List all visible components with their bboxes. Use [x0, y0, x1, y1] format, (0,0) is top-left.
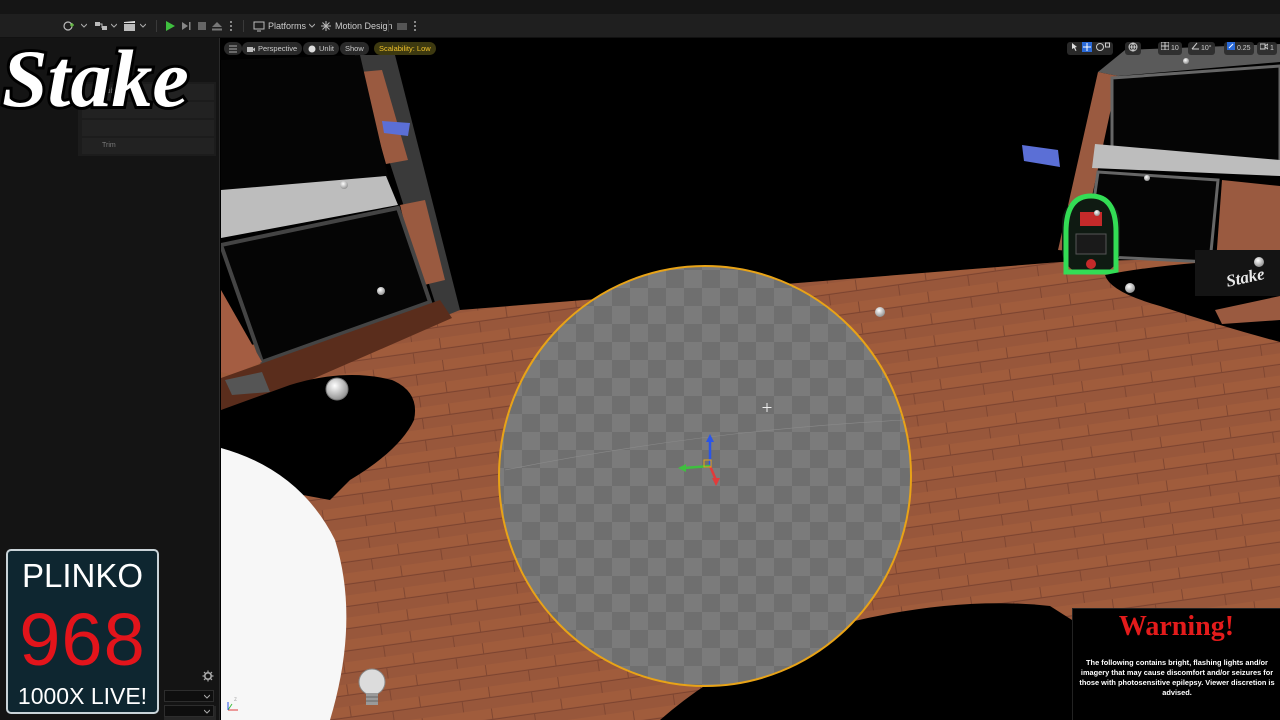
more-options-icon [230, 21, 232, 31]
chevron-down-icon [309, 23, 316, 28]
transform-tools[interactable] [1067, 42, 1113, 55]
scale-snap[interactable]: 0.25 [1224, 42, 1254, 55]
stake-logo: Stake [0, 30, 192, 127]
point-light-icon[interactable] [325, 377, 349, 401]
jukebox [1062, 193, 1120, 275]
view-mode-button[interactable]: Unlit [303, 42, 340, 55]
plinko-title: PLINKO [21, 557, 144, 594]
chevron-down-icon [204, 694, 210, 699]
details-dropdown[interactable] [164, 690, 214, 702]
motion-design-label: Motion Design [335, 21, 393, 31]
camera-icon [247, 46, 255, 52]
chevron-down-icon [204, 709, 210, 714]
details-dropdown[interactable] [164, 705, 214, 717]
grid-snap[interactable]: 10 [1158, 41, 1182, 55]
perspective-label: Perspective [258, 44, 298, 53]
point-light-icon[interactable] [1254, 257, 1264, 267]
more-options-icon [414, 21, 416, 31]
platforms-label: Platforms [268, 21, 307, 31]
plinko-subtitle: 1000X LIVE! [17, 683, 148, 709]
motion-design-button[interactable]: Motion Design [320, 18, 393, 34]
point-light-icon[interactable] [340, 181, 348, 189]
grid-icon [1160, 41, 1170, 51]
viewport-toolbar: Perspective Unlit Show Scalability: Low [221, 39, 1280, 59]
svg-text:z: z [234, 697, 237, 703]
play-options-button[interactable] [228, 18, 234, 34]
photosensitivity-warning: Warning! The following contains bright, … [1072, 608, 1280, 720]
unlit-sphere-icon [308, 45, 316, 52]
source-control-button[interactable] [396, 18, 408, 34]
angle-icon [1191, 42, 1199, 50]
warning-body: The following contains bright, flashing … [1079, 658, 1275, 697]
hamburger-icon [229, 45, 237, 52]
point-light-icon[interactable] [1144, 175, 1150, 181]
camera-speed-icon [1259, 43, 1269, 50]
camera-speed[interactable]: 1 [1257, 42, 1277, 55]
point-light-icon[interactable] [1094, 210, 1100, 216]
gear-icon[interactable] [202, 670, 214, 682]
svg-text:Stake: Stake [2, 33, 189, 124]
motion-design-icon [321, 21, 331, 31]
scale-icon [1227, 42, 1235, 50]
unlit-label: Unlit [319, 44, 335, 53]
rotation-snap-value: 10° [1200, 45, 1212, 52]
scalability-badge[interactable]: Scalability: Low [374, 42, 436, 55]
show-label: Show [345, 44, 364, 53]
camera-speed-value: 1 [1269, 45, 1274, 52]
decal-blue [1022, 145, 1060, 167]
selected-sphere[interactable] [498, 265, 912, 687]
grid-snap-value: 10 [1170, 45, 1179, 52]
transform-mode-icons [1072, 42, 1110, 52]
trim-label: Trim [102, 142, 116, 149]
show-button[interactable]: Show [340, 42, 369, 55]
point-light-icon[interactable] [377, 287, 385, 295]
trim-button[interactable]: Trim [82, 138, 214, 154]
rotation-snap[interactable]: 10° [1188, 42, 1215, 55]
viewport-menu-button[interactable] [224, 42, 242, 55]
platforms-button[interactable]: Platforms [253, 18, 316, 34]
point-light-icon[interactable] [1125, 283, 1135, 293]
scale-snap-value: 0.25 [1236, 45, 1251, 52]
source-control-icon [397, 23, 407, 30]
perspective-button[interactable]: Perspective [242, 42, 303, 55]
warning-title: Warning! [1118, 611, 1235, 642]
world-local-toggle[interactable] [1125, 42, 1141, 55]
platforms-icon [253, 21, 265, 32]
toolbar-more-button[interactable] [412, 18, 418, 34]
scalability-label: Scalability: Low [379, 44, 431, 53]
plinko-counter-panel: PLINKO 968 1000X LIVE! [6, 549, 159, 714]
point-light-icon[interactable] [875, 307, 885, 317]
plinko-count: 968 [19, 598, 146, 681]
wall-window [1110, 64, 1280, 164]
globe-icon [1128, 42, 1138, 52]
